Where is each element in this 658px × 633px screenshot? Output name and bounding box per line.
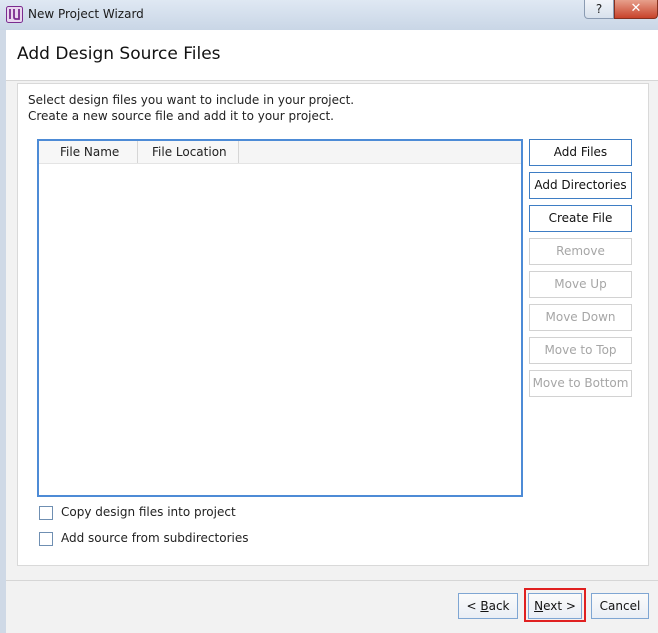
move-to-bottom-button[interactable]: Move to Bottom	[529, 370, 632, 397]
copy-files-checkbox[interactable]	[39, 506, 53, 520]
subdirectories-checkbox[interactable]	[39, 532, 53, 546]
create-file-button[interactable]: Create File	[529, 205, 632, 232]
move-to-top-button[interactable]: Move to Top	[529, 337, 632, 364]
wizard-content: Add Design Source Files Select design fi…	[6, 30, 658, 633]
column-file-name[interactable]: File Name	[39, 141, 138, 163]
vivado-app-icon	[6, 6, 23, 23]
back-button[interactable]: < Back	[458, 593, 518, 619]
next-mnemonic: N	[534, 599, 544, 613]
back-prefix: <	[466, 599, 481, 613]
column-file-location[interactable]: File Location	[138, 141, 239, 163]
cancel-button[interactable]: Cancel	[591, 593, 649, 619]
window-title: New Project Wizard	[28, 7, 144, 21]
move-down-button[interactable]: Move Down	[529, 304, 632, 331]
table-header: File Name File Location	[39, 141, 521, 164]
wizard-window: New Project Wizard ? ✕ Add Design Source…	[0, 0, 658, 633]
close-button[interactable]: ✕	[614, 0, 658, 19]
page-description: Select design files you want to include …	[28, 92, 354, 124]
footer-separator	[6, 580, 658, 581]
back-rest: ack	[488, 599, 510, 613]
add-directories-button[interactable]: Add Directories	[529, 172, 632, 199]
next-rest: ext >	[543, 599, 576, 613]
description-line-1: Select design files you want to include …	[28, 93, 355, 107]
page-header: Add Design Source Files	[6, 30, 658, 81]
subdirectories-label: Add source from subdirectories	[61, 531, 249, 545]
title-bar[interactable]: New Project Wizard ? ✕	[0, 0, 658, 30]
page-title: Add Design Source Files	[17, 44, 221, 64]
description-line-2: Create a new source file and add it to y…	[28, 109, 334, 123]
copy-files-label: Copy design files into project	[61, 505, 236, 519]
back-mnemonic: B	[480, 599, 489, 613]
source-files-table[interactable]: File Name File Location	[37, 139, 523, 497]
remove-button[interactable]: Remove	[529, 238, 632, 265]
help-button[interactable]: ?	[584, 0, 614, 19]
source-files-panel: Select design files you want to include …	[17, 83, 649, 566]
move-up-button[interactable]: Move Up	[529, 271, 632, 298]
add-files-button[interactable]: Add Files	[529, 139, 632, 166]
next-button[interactable]: Next >	[528, 593, 582, 619]
